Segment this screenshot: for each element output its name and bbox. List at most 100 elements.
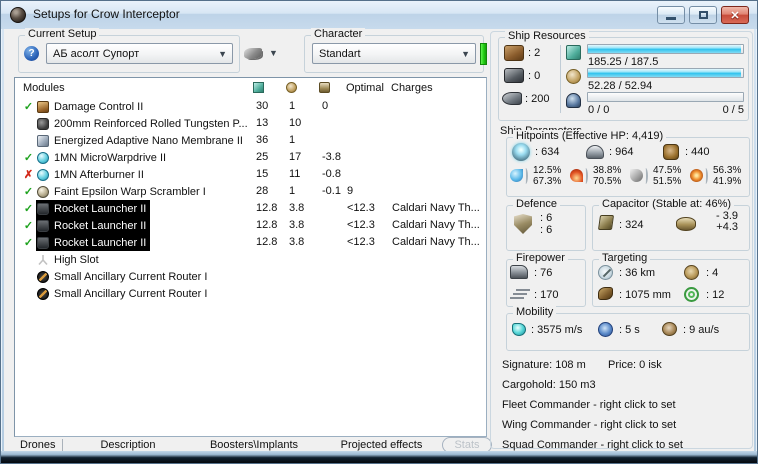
capacitor-icon: [597, 215, 615, 230]
missile-dps-value: : 170: [534, 289, 559, 301]
module-pg: 11: [289, 168, 301, 180]
squad-commander-setter[interactable]: Squad Commander - right click to set: [502, 439, 683, 451]
powergrid-bar-fill: [588, 69, 742, 77]
tab-boosters-implants[interactable]: Boosters\Implants: [204, 439, 304, 451]
character-select[interactable]: Standart ▼: [312, 43, 476, 64]
module-cap: 0: [322, 100, 329, 112]
module-cap: -0.1: [322, 185, 341, 197]
fleet-commander-setter[interactable]: Fleet Commander - right click to set: [502, 399, 676, 411]
modules-list[interactable]: Modules Optimal Charges ✓ Damage Control…: [14, 77, 487, 437]
hitpoints-label: Hitpoints (Effective HP: 4,419): [513, 130, 667, 142]
signature-text: Signature: 108 m: [502, 359, 586, 371]
warp-speed-value: : 9 au/s: [683, 324, 720, 336]
targeting-group: Targeting: [592, 252, 750, 307]
explosive-armor-resist: 41.9%: [713, 176, 742, 187]
chevron-down-icon: ▼: [461, 49, 470, 59]
module-row-selected[interactable]: ✓ Rocket Launcher II 12.8 3.8 <12.3 Cald…: [16, 217, 480, 234]
dronebay-usage-text: 0 / 0: [588, 104, 610, 116]
module-row[interactable]: 200mm Reinforced Rolled Tungsten P... 13…: [16, 115, 476, 132]
max-velocity-value: : 3575 m/s: [531, 324, 583, 336]
module-name: 200mm Reinforced Rolled Tungsten P...: [54, 117, 248, 130]
module-row-selected[interactable]: ✓ Rocket Launcher II 12.8 3.8 <12.3 Cald…: [16, 200, 480, 217]
defence-label: Defence: [513, 198, 560, 210]
capacitor-delta-icon: [676, 217, 696, 231]
ship-menu-button[interactable]: ▼: [244, 43, 280, 63]
sensor-strength-icon: [684, 287, 699, 302]
module-row-selected[interactable]: ✓ Rocket Launcher II 12.8 3.8 <12.3 Cald…: [16, 234, 480, 251]
module-cpu: 12.8: [256, 236, 278, 248]
cpu-bar: [587, 44, 744, 54]
module-active-check-icon: ✓: [23, 203, 34, 215]
wing-commander-setter[interactable]: Wing Commander - right click to set: [502, 419, 676, 431]
launcher-hardpoints-value: : 0: [528, 70, 541, 82]
module-cpu: 25: [256, 151, 269, 163]
ship-icon: [244, 47, 262, 59]
module-row[interactable]: ✓ Faint Epsilon Warp Scrambler I 28 1 -0…: [16, 183, 476, 200]
close-button[interactable]: ✕: [721, 6, 749, 24]
powergrid-bar: [587, 68, 744, 78]
module-active-check-icon: ✓: [23, 220, 34, 232]
capacitor-recharge: +4.3: [716, 221, 738, 233]
tab-projected-effects[interactable]: Projected effects: [334, 439, 429, 451]
module-cpu: 28: [256, 185, 269, 197]
autocannon-icon: [37, 117, 49, 130]
capacitor-label: Capacitor (Stable at: 46%): [599, 198, 735, 210]
calibration-value: : 200: [525, 93, 550, 105]
rig-row[interactable]: Small Ancillary Current Router I: [16, 268, 476, 285]
charges-column-title: Charges: [391, 82, 433, 94]
explosive-resist-icon: [690, 169, 703, 182]
app-icon: [10, 7, 26, 23]
module-row[interactable]: ✓ Damage Control II 30 1 0: [16, 98, 476, 115]
microwarpdrive-icon: [37, 151, 49, 164]
module-name: Energized Adaptive Nano Membrane II: [54, 134, 243, 147]
module-row[interactable]: Energized Adaptive Nano Membrane II 36 1: [16, 132, 476, 149]
kinetic-shield-resist: 47.5%: [653, 165, 682, 176]
tab-separator: [62, 439, 63, 451]
tab-drones[interactable]: Drones: [20, 439, 55, 451]
powergrid-usage-text: 52.28 / 52.94: [588, 80, 653, 92]
module-name: Rocket Launcher II: [54, 202, 147, 215]
module-pg: 3.8: [289, 236, 305, 248]
drone-count-text: 0 / 5: [722, 104, 744, 116]
titlebar[interactable]: Setups for Crow Interceptor ✕: [1, 1, 757, 29]
rig-icon: [37, 287, 49, 300]
module-optimal: <12.3: [347, 202, 375, 214]
module-name: Faint Epsilon Warp Scrambler I: [54, 185, 206, 198]
turret-hardpoints-value: : 2: [528, 47, 541, 59]
calibration-icon: [502, 92, 522, 105]
module-optimal: <12.3: [347, 219, 375, 231]
module-offline-cross-icon: ✗: [23, 169, 34, 181]
dronebay-bar: [587, 92, 744, 102]
max-targets-icon: [684, 265, 699, 280]
module-optimal: 9: [347, 185, 354, 197]
modules-column-title: Modules: [23, 82, 65, 94]
minimize-button[interactable]: [657, 6, 685, 24]
module-cpu: 13: [256, 117, 269, 129]
module-row[interactable]: ✓ 1MN MicroWarpdrive II 25 17 -3.8: [16, 149, 476, 166]
window-bottom-frame: [1, 451, 757, 463]
cpu-usage-text: 185.25 / 187.5: [588, 56, 659, 68]
module-cpu: 36: [256, 134, 269, 146]
setup-select[interactable]: АБ асолт Супорт ▼: [46, 43, 233, 64]
module-active-check-icon: ✓: [23, 186, 34, 198]
help-icon[interactable]: ?: [24, 46, 39, 61]
afterburner-icon: [37, 168, 49, 181]
targeting-range-value: : 36 km: [619, 267, 656, 279]
character-label: Character: [311, 28, 366, 40]
module-row[interactable]: ✗ 1MN Afterburner II 15 11 -0.8: [16, 166, 476, 183]
targeting-range-icon: [598, 265, 613, 280]
module-charges: Caldari Navy Th...: [392, 236, 480, 248]
armor-hp-value: : 964: [609, 146, 634, 158]
thermal-armor-resist: 70.5%: [593, 176, 622, 187]
optimal-column-title: Optimal: [346, 82, 384, 94]
maximize-button[interactable]: [689, 6, 717, 24]
module-cpu: 15: [256, 168, 269, 180]
tab-description[interactable]: Description: [82, 439, 174, 451]
current-setup-label: Current Setup: [25, 28, 100, 40]
empty-high-slot-row[interactable]: High Slot: [16, 251, 476, 268]
turret-dps-icon: [510, 265, 528, 279]
rig-row[interactable]: Small Ancillary Current Router I: [16, 285, 476, 302]
module-cap: -3.8: [322, 151, 341, 163]
rocket-launcher-icon: [37, 236, 49, 249]
module-pg: 3.8: [289, 219, 305, 231]
